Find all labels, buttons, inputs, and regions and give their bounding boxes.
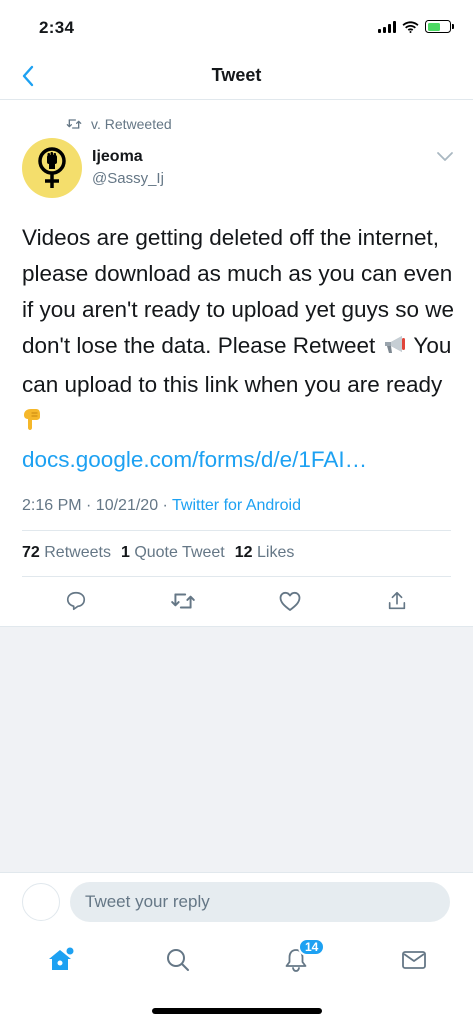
megaphone-emoji	[382, 331, 408, 367]
search-icon	[167, 949, 189, 971]
reply-button[interactable]	[61, 586, 91, 616]
divider	[22, 576, 451, 577]
tab-home[interactable]	[40, 940, 80, 980]
wifi-icon	[402, 20, 419, 33]
page-title: Tweet	[211, 65, 262, 85]
author-name[interactable]: Ijeoma	[92, 148, 143, 166]
author-handle[interactable]: @Sassy_Ij	[92, 170, 164, 187]
likes-stat[interactable]: 12 Likes	[235, 544, 295, 562]
empty-replies-area	[0, 626, 473, 872]
tweet-text: Videos are getting deleted off the inter…	[22, 220, 462, 478]
home-indicator	[152, 1008, 322, 1014]
retweet-icon	[171, 593, 195, 609]
tweet-meta: 2:16 PM · 10/21/20 · Twitter for Android	[22, 497, 301, 515]
tweet-source[interactable]: Twitter for Android	[172, 497, 301, 514]
retweeted-by-label: v. Retweeted	[91, 116, 172, 132]
tweet-stats: 72 Retweets 1 Quote Tweet 12 Likes	[22, 544, 294, 562]
nav-bar: Tweet	[0, 52, 473, 100]
signal-icon	[378, 20, 396, 33]
avatar[interactable]	[22, 138, 82, 198]
tweet-actions	[22, 586, 451, 616]
retweet-icon	[66, 119, 82, 129]
pointing-down-emoji	[22, 406, 42, 442]
like-button[interactable]	[275, 586, 305, 616]
user-avatar[interactable]	[22, 883, 60, 921]
quotes-stat[interactable]: 1 Quote Tweet	[121, 544, 225, 562]
retweets-stat[interactable]: 72 Retweets	[22, 544, 111, 562]
divider	[22, 530, 451, 531]
home-icon	[49, 947, 74, 970]
retweet-button[interactable]	[168, 586, 198, 616]
feminist-fist-icon	[38, 147, 66, 188]
chevron-down-icon	[437, 152, 453, 161]
retweeted-by[interactable]: v. Retweeted	[66, 116, 172, 132]
notifications-badge: 14	[298, 938, 326, 956]
status-icons	[378, 20, 454, 33]
share-button[interactable]	[382, 586, 412, 616]
tweet-link[interactable]: docs.google.com/forms/d/e/1FAI…	[22, 447, 367, 472]
reply-icon	[66, 591, 85, 611]
battery-icon	[425, 20, 454, 33]
reply-bar: Tweet your reply	[0, 872, 473, 930]
tweet-timestamp: 2:16 PM · 10/21/20 ·	[22, 497, 173, 514]
tab-messages[interactable]	[394, 940, 434, 980]
more-options-button[interactable]	[436, 150, 454, 164]
reply-input[interactable]: Tweet your reply	[70, 882, 450, 922]
status-time: 2:34	[39, 18, 75, 37]
heart-icon	[279, 591, 301, 611]
share-icon	[389, 591, 406, 610]
tab-search[interactable]	[158, 940, 198, 980]
status-bar: 2:34	[0, 0, 473, 52]
mail-icon	[402, 951, 426, 969]
